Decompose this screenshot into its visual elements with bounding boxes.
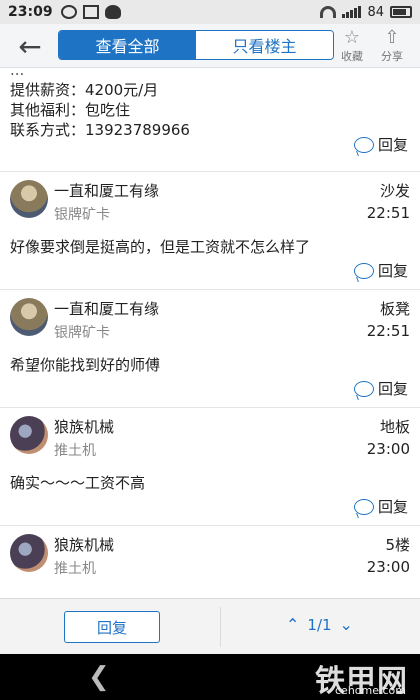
page-indicator: 1/1 [307,615,332,634]
system-back-icon[interactable]: ❮ [88,662,110,692]
reply-link[interactable]: 回复 [353,378,408,399]
post-floor: 沙发 [379,182,410,200]
post-floor: 5楼 [385,536,410,554]
reply-button[interactable]: 回复 [64,611,160,643]
post-time: 23:00 [366,558,410,576]
reply-bubble-icon [353,136,374,153]
avatar[interactable] [10,534,48,572]
avatar[interactable] [10,298,48,336]
bottom-bar: 回复 ⌃ 1/1 ⌄ [0,598,420,654]
collect-label: 收藏 [341,50,363,63]
post-item: 一直和厦工有缘 银牌矿卡 沙发 22:51 好像要求倒是挺高的，但是工资就不怎么… [0,172,420,290]
android-nav-bar: ❮ 铁甲网 cehome.com [0,654,420,700]
post-item: 一直和厦工有缘 银牌矿卡 板凳 22:51 希望你能找到好的师傅 回复 [0,290,420,408]
post-time: 22:51 [366,322,410,340]
post-time: 23:00 [366,440,410,458]
reply-link[interactable]: 回复 [353,496,408,517]
post-rank: 银牌矿卡 [54,325,110,341]
post-rank: 推土机 [54,443,96,459]
post-author[interactable]: 一直和厦工有缘 [54,298,159,319]
notification-icon [60,5,77,19]
image-icon [82,5,99,19]
post-floor: 板凳 [379,300,410,318]
post-time: 22:51 [366,204,410,222]
reply-bubble-icon [353,380,374,397]
reply-label: 回复 [377,136,408,154]
top-nav: ← 查看全部 只看楼主 ☆ 收藏 ⇧ 分享 [0,24,420,68]
reply-link[interactable]: 回复 [353,134,408,155]
post-text: 好像要求倒是挺高的，但是工资就不怎么样了 [10,238,311,256]
chevron-up-icon[interactable]: ⌃ [286,615,299,634]
watermark-domain: cehome.com [335,684,406,697]
post-text: 确实～～～工资不高 [10,474,146,492]
post-rank: 银牌矿卡 [54,207,110,223]
post-author[interactable]: 狼族机械 [54,416,114,437]
tab-author-only[interactable]: 只看楼主 [196,31,333,59]
info-salary: 提供薪资：4200元/月 [10,81,159,99]
avatar[interactable] [10,416,48,454]
avatar[interactable] [10,180,48,218]
star-icon: ☆ [343,27,361,48]
app-icon [104,5,121,19]
reply-bubble-icon [353,262,374,279]
thread-content[interactable]: ... 提供薪资：4200元/月 其他福利：包吃住 联系方式：139237899… [0,68,420,598]
collect-button[interactable]: ☆ 收藏 [334,28,370,64]
view-filter: 查看全部 只看楼主 [58,30,334,60]
reply-bubble-icon [353,498,374,515]
chevron-down-icon[interactable]: ⌄ [340,615,353,634]
share-label: 分享 [381,50,403,63]
status-bar: 23:09 84 [0,0,420,24]
reply-label: 回复 [377,498,408,516]
original-post-tail: ... 提供薪资：4200元/月 其他福利：包吃住 联系方式：139237899… [0,68,420,172]
wifi-icon [320,6,337,18]
post-text: 希望你能找到好的师傅 [10,356,161,374]
share-button[interactable]: ⇧ 分享 [374,28,410,64]
post-item: 狼族机械 推土机 5楼 23:00 [0,526,420,598]
post-floor: 地板 [379,418,410,436]
battery-level: 84 [367,4,384,20]
signal-icon [342,6,362,18]
pager[interactable]: ⌃ 1/1 ⌄ [286,615,353,634]
post-author[interactable]: 狼族机械 [54,534,114,555]
reply-label: 回复 [377,380,408,398]
status-time: 23:09 [8,4,53,20]
info-benefits: 其他福利：包吃住 [10,101,131,119]
reply-link[interactable]: 回复 [353,260,408,281]
info-partial-line: ... [10,68,25,79]
back-arrow-icon[interactable]: ← [10,30,50,63]
reply-label: 回复 [377,262,408,280]
post-item: 狼族机械 推土机 地板 23:00 确实～～～工资不高 回复 [0,408,420,526]
divider [220,607,221,647]
share-icon: ⇧ [384,27,400,48]
tab-view-all[interactable]: 查看全部 [59,31,196,59]
post-rank: 推土机 [54,561,96,577]
battery-icon [390,6,412,18]
info-contact: 联系方式：13923789966 [10,121,190,139]
post-author[interactable]: 一直和厦工有缘 [54,180,159,201]
